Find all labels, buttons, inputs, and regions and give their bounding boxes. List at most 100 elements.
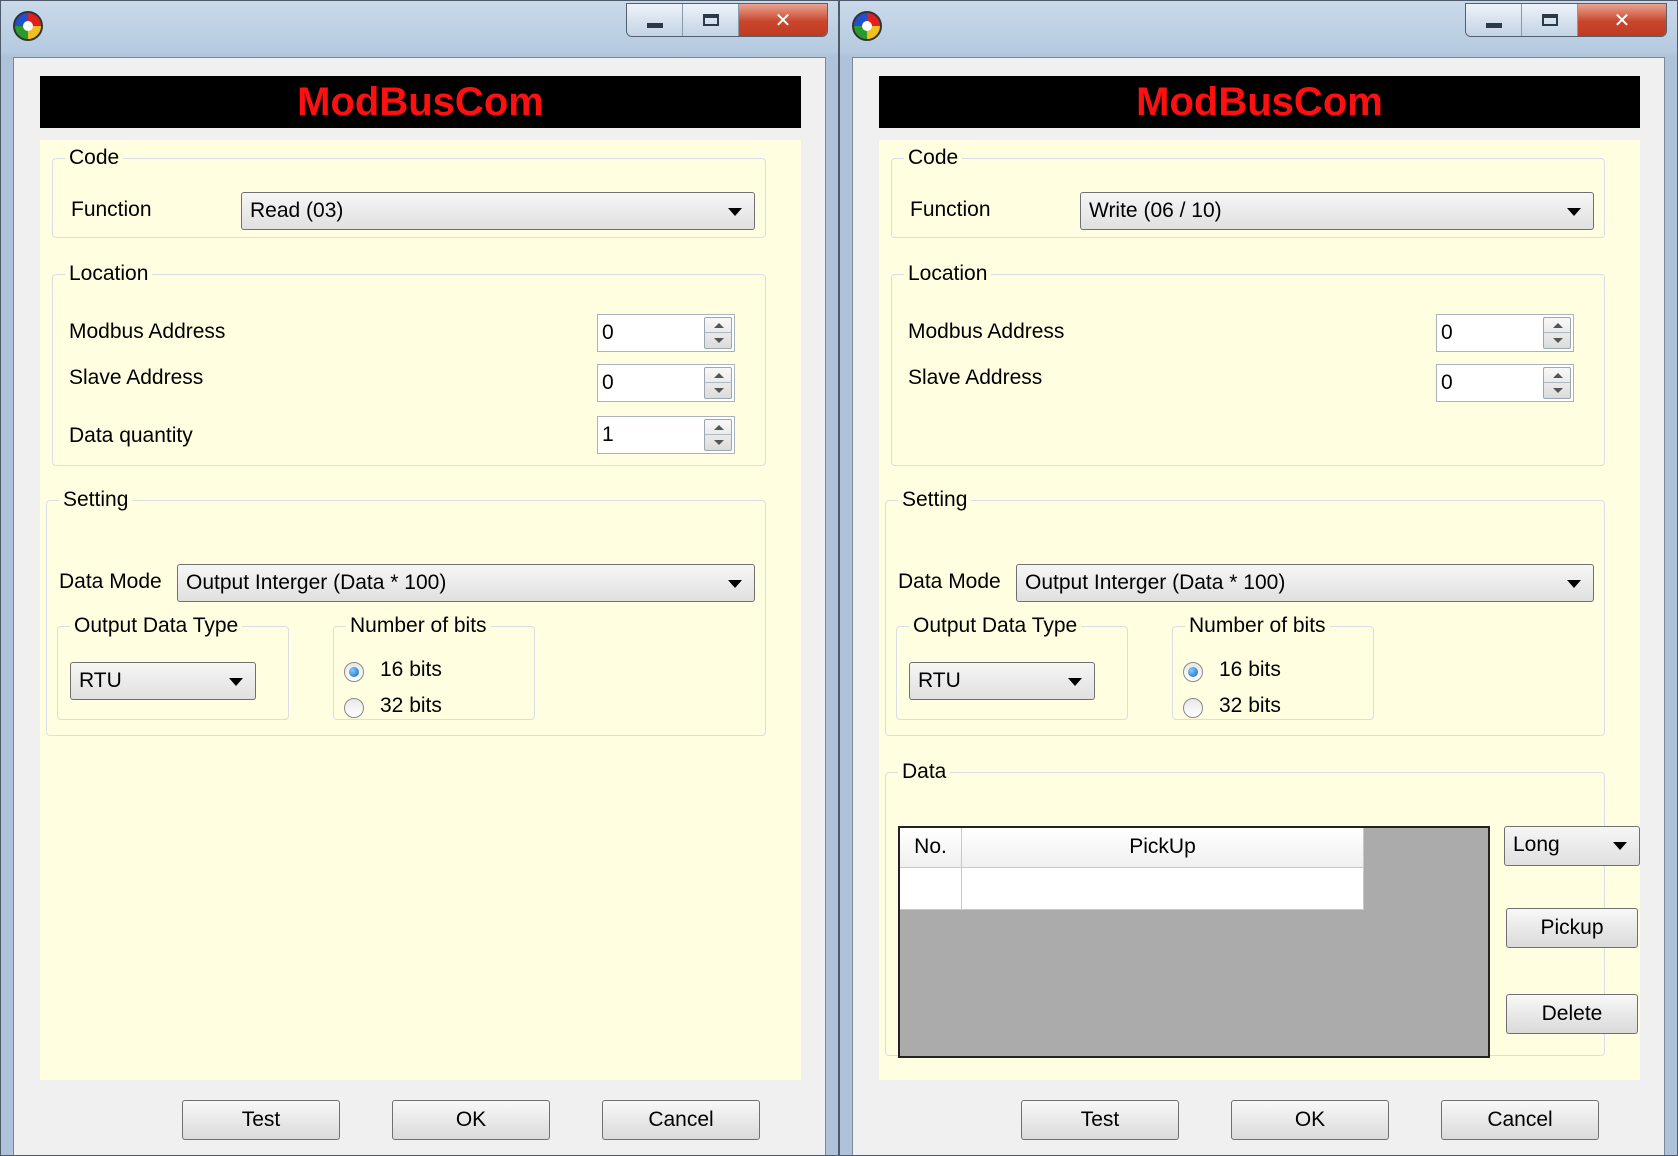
function-label: Function bbox=[71, 198, 152, 221]
maximize-icon bbox=[702, 14, 719, 26]
banner-title: ModBusCom bbox=[879, 76, 1640, 128]
spin-down-icon[interactable] bbox=[1544, 383, 1570, 398]
chevron-down-icon bbox=[728, 580, 742, 588]
location-group: Location Modbus Address Slave Address bbox=[891, 262, 1605, 466]
maximize-button[interactable] bbox=[683, 4, 739, 36]
output-data-type-value: RTU bbox=[79, 669, 122, 692]
location-group: Location Modbus Address Slave Address Da… bbox=[52, 262, 766, 466]
ok-button[interactable]: OK bbox=[392, 1100, 550, 1140]
radio-32-bits-label[interactable]: 32 bits bbox=[1219, 694, 1281, 718]
data-mode-label: Data Mode bbox=[898, 570, 1001, 593]
slave-address-input[interactable] bbox=[1437, 365, 1537, 401]
function-value: Write (06 / 10) bbox=[1089, 199, 1222, 222]
data-quantity-input[interactable] bbox=[598, 417, 698, 453]
spin-down-icon[interactable] bbox=[705, 435, 731, 450]
chevron-down-icon bbox=[1068, 678, 1082, 686]
pickup-button[interactable]: Pickup bbox=[1506, 908, 1638, 948]
data-mode-select[interactable]: Output Interger (Data * 100) bbox=[1016, 564, 1594, 602]
banner-title: ModBusCom bbox=[40, 76, 801, 128]
spin-up-icon[interactable] bbox=[705, 368, 731, 383]
test-button[interactable]: Test bbox=[182, 1100, 340, 1140]
radio-16-bits[interactable] bbox=[1183, 662, 1203, 682]
spin-down-icon[interactable] bbox=[705, 383, 731, 398]
cancel-button[interactable]: Cancel bbox=[1441, 1100, 1599, 1140]
close-icon: ✕ bbox=[774, 8, 792, 32]
modbus-address-input[interactable] bbox=[598, 315, 698, 351]
data-type-select[interactable]: Long bbox=[1504, 826, 1640, 866]
cancel-button[interactable]: Cancel bbox=[602, 1100, 760, 1140]
table-cell-pickup[interactable] bbox=[962, 868, 1364, 910]
column-header-no[interactable]: No. bbox=[900, 828, 962, 868]
radio-32-bits[interactable] bbox=[344, 698, 364, 718]
function-select[interactable]: Read (03) bbox=[241, 192, 755, 230]
radio-16-bits-label[interactable]: 16 bits bbox=[1219, 658, 1281, 682]
radio-16-bits[interactable] bbox=[344, 662, 364, 682]
function-value: Read (03) bbox=[250, 199, 344, 222]
setting-legend: Setting bbox=[63, 488, 129, 511]
location-legend: Location bbox=[908, 262, 988, 285]
radio-32-bits[interactable] bbox=[1183, 698, 1203, 718]
spin-up-icon[interactable] bbox=[705, 318, 731, 333]
app-icon[interactable] bbox=[13, 11, 43, 41]
chevron-down-icon bbox=[728, 208, 742, 216]
chevron-down-icon bbox=[1567, 208, 1581, 216]
function-select[interactable]: Write (06 / 10) bbox=[1080, 192, 1594, 230]
ok-button[interactable]: OK bbox=[1231, 1100, 1389, 1140]
number-of-bits-legend: Number of bits bbox=[1189, 614, 1326, 637]
slave-address-input[interactable] bbox=[598, 365, 698, 401]
pickup-data-grid[interactable]: No. PickUp bbox=[898, 826, 1490, 1058]
settings-panel: Code Function Read (03) Location Modbus … bbox=[40, 140, 801, 1080]
data-legend: Data bbox=[902, 760, 947, 783]
spin-down-icon[interactable] bbox=[1544, 333, 1570, 348]
delete-button[interactable]: Delete bbox=[1506, 994, 1638, 1034]
data-type-value: Long bbox=[1513, 833, 1560, 856]
spin-up-icon[interactable] bbox=[1544, 368, 1570, 383]
settings-panel: Code Function Write (06 / 10) Location M… bbox=[879, 140, 1640, 1080]
number-of-bits-legend: Number of bits bbox=[350, 614, 487, 637]
modbus-read-window: ✕ ModBusCom Code Function Read (03) Loca… bbox=[0, 0, 839, 1156]
spin-buttons[interactable] bbox=[704, 367, 732, 399]
output-data-type-group: Output Data Type RTU bbox=[896, 614, 1128, 720]
code-legend: Code bbox=[69, 146, 120, 169]
radio-32-bits-label[interactable]: 32 bits bbox=[380, 694, 442, 718]
data-quantity-label: Data quantity bbox=[69, 424, 193, 447]
modbus-address-stepper[interactable] bbox=[597, 314, 735, 352]
spin-buttons[interactable] bbox=[1543, 367, 1571, 399]
test-button[interactable]: Test bbox=[1021, 1100, 1179, 1140]
dialog-client: ModBusCom Code Function Read (03) Locati… bbox=[13, 57, 826, 1155]
slave-address-stepper[interactable] bbox=[597, 364, 735, 402]
spin-down-icon[interactable] bbox=[705, 333, 731, 348]
table-cell-no[interactable] bbox=[900, 868, 962, 910]
maximize-button[interactable] bbox=[1522, 4, 1578, 36]
close-button[interactable]: ✕ bbox=[1578, 4, 1666, 36]
chevron-down-icon bbox=[1567, 580, 1581, 588]
title-bar[interactable]: ✕ bbox=[1, 1, 838, 57]
spin-buttons[interactable] bbox=[704, 317, 732, 349]
spin-buttons[interactable] bbox=[1543, 317, 1571, 349]
data-quantity-stepper[interactable] bbox=[597, 416, 735, 454]
slave-address-stepper[interactable] bbox=[1436, 364, 1574, 402]
location-legend: Location bbox=[69, 262, 149, 285]
output-data-type-group: Output Data Type RTU bbox=[57, 614, 289, 720]
output-data-type-select[interactable]: RTU bbox=[909, 662, 1095, 700]
spin-up-icon[interactable] bbox=[1544, 318, 1570, 333]
minimize-button[interactable] bbox=[627, 4, 683, 36]
close-button[interactable]: ✕ bbox=[739, 4, 827, 36]
code-legend: Code bbox=[908, 146, 959, 169]
setting-group: Setting Data Mode Output Interger (Data … bbox=[885, 488, 1605, 736]
modbus-address-stepper[interactable] bbox=[1436, 314, 1574, 352]
modbus-write-window: ✕ ModBusCom Code Function Write (06 / 10… bbox=[839, 0, 1678, 1156]
app-icon[interactable] bbox=[852, 11, 882, 41]
modbus-address-input[interactable] bbox=[1437, 315, 1537, 351]
slave-address-label: Slave Address bbox=[908, 366, 1043, 389]
minimize-button[interactable] bbox=[1466, 4, 1522, 36]
number-of-bits-group: Number of bits 16 bits 32 bits bbox=[1172, 614, 1374, 720]
column-header-pickup[interactable]: PickUp bbox=[962, 828, 1364, 868]
modbus-address-label: Modbus Address bbox=[908, 320, 1065, 343]
spin-buttons[interactable] bbox=[704, 419, 732, 451]
output-data-type-select[interactable]: RTU bbox=[70, 662, 256, 700]
title-bar[interactable]: ✕ bbox=[840, 1, 1677, 57]
radio-16-bits-label[interactable]: 16 bits bbox=[380, 658, 442, 682]
data-mode-select[interactable]: Output Interger (Data * 100) bbox=[177, 564, 755, 602]
spin-up-icon[interactable] bbox=[705, 420, 731, 435]
